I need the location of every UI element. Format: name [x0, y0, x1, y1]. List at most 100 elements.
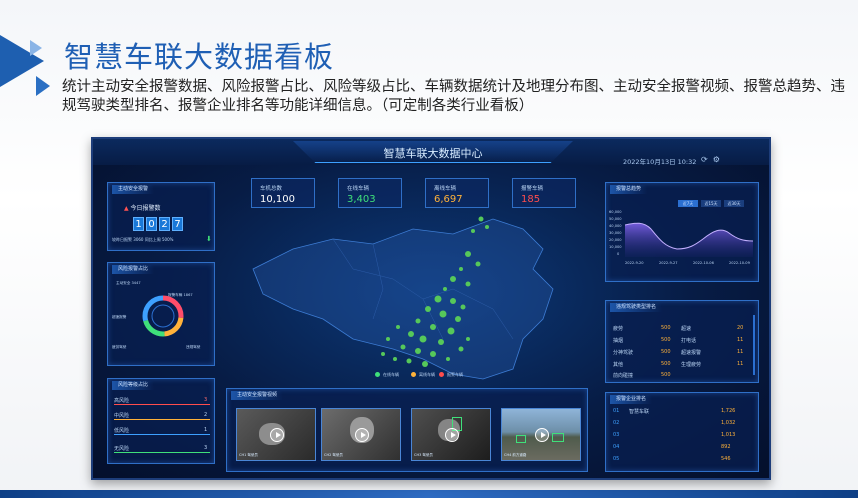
play-icon[interactable] [270, 428, 284, 442]
violation-type: 打电话 [681, 338, 697, 344]
legend-alarm[interactable]: 报警车辆 [447, 372, 463, 378]
legend-offline[interactable]: 离线车辆 [419, 372, 435, 378]
risk-level-panel: 风险等级占比 高风险 3 中风险 2 低风险 1 无风险 3 [107, 378, 215, 464]
stat-label: 在线车辆 [347, 186, 370, 192]
slide-description: 统计主动安全报警数据、风险报警占比、风险等级占比、车辆数据统计及地理分布图、主动… [62, 79, 845, 114]
panel-title: 风险报警占比 [112, 265, 155, 274]
refresh-icon[interactable]: ⟳ [701, 155, 708, 164]
violation-type: 超速 [681, 326, 692, 332]
y-tick: 40,000 [609, 224, 622, 228]
level-bar [114, 419, 210, 420]
x-tick: 2022-9-27 [659, 261, 678, 265]
legend-online-dot [375, 372, 380, 377]
settings-icon[interactable]: ⚙ [713, 155, 720, 164]
company-value: 1,013 [721, 432, 736, 438]
trend-tab-7d[interactable]: 近7天 [678, 200, 698, 207]
y-tick: 20,000 [609, 238, 622, 242]
alarm-bell-icon: ▲ [124, 205, 129, 212]
violation-count: 500 [661, 349, 671, 355]
risk-label: 超速报警 [112, 315, 127, 319]
company-name: 智慧车联 [629, 409, 650, 415]
play-icon[interactable] [355, 428, 369, 442]
violation-type: 前向碰撞 [613, 373, 634, 379]
stat-card-offline[interactable]: 离线车辆 6,697 [425, 178, 489, 208]
company-rank: 05 [613, 456, 620, 462]
china-map[interactable] [223, 209, 595, 389]
header-datetime: 2022年10月13日 10:32 [623, 158, 697, 166]
company-rank: 04 [613, 444, 620, 450]
x-tick: 2022-9-20 [625, 261, 644, 265]
play-icon[interactable] [535, 428, 549, 442]
scrollbar[interactable] [753, 315, 755, 375]
cam-label: CH2 驾驶员 [324, 453, 343, 457]
violation-count: 500 [661, 372, 671, 378]
legend-online[interactable]: 在线车辆 [383, 372, 399, 378]
panel-title: 报警总趋势 [610, 185, 648, 194]
level-row-value: 3 [204, 445, 208, 451]
today-alarm-label: ▲ 今日报警数 [124, 205, 161, 212]
panel-title: 风险等级占比 [112, 381, 155, 390]
company-ranking-panel: 报警企业排名 [605, 392, 759, 472]
violation-count: 500 [661, 361, 671, 367]
risk-label: 疲劳驾驶 [112, 345, 127, 349]
stat-card-online[interactable]: 在线车辆 3,403 [338, 178, 402, 208]
video-card[interactable]: CH2 驾驶员 [321, 408, 401, 461]
stat-card-alarm[interactable]: 报警车辆 185 [512, 178, 576, 208]
level-bar [114, 404, 210, 405]
violation-type: 抽烟 [613, 338, 624, 344]
violation-type: 超速报警 [681, 350, 702, 356]
violation-type: 其他 [613, 362, 624, 368]
risk-label: 主动安全 3447 [116, 281, 141, 285]
company-rank: 01 [613, 408, 620, 414]
level-row-value: 1 [204, 427, 208, 433]
play-icon[interactable] [445, 428, 459, 442]
level-bar [114, 452, 210, 453]
header-icons: ⟳ ⚙ [701, 155, 720, 164]
level-row-name: 中风险 [114, 413, 130, 419]
stat-value: 3,403 [347, 194, 376, 205]
vehicle-detect-box [552, 433, 564, 442]
x-tick: 2022-10-09 [729, 261, 750, 265]
level-row-value: 2 [204, 412, 208, 418]
legend-offline-dot [411, 372, 416, 377]
trend-tab-30d[interactable]: 近30天 [724, 200, 744, 207]
violation-count: 500 [661, 337, 671, 343]
cam-label: CH3 驾驶员 [414, 453, 433, 457]
alarm-compare-text: 较昨日报警 3060 同比上周 500% [112, 237, 174, 242]
company-value: 1,032 [721, 420, 736, 426]
trend-down-icon: ⬇ [206, 235, 212, 243]
stat-value: 6,697 [434, 194, 463, 205]
level-row-name: 高风险 [114, 398, 130, 404]
risk-ratio-panel: 风险报警占比 主动安全 3447 报警车辆 1867 超速报警 疲劳驾驶 违规驾… [107, 262, 215, 366]
y-tick: 60,000 [609, 210, 622, 214]
alarm-digit: 1 [133, 217, 144, 231]
company-rank: 03 [613, 432, 620, 438]
violation-count: 20 [737, 325, 744, 331]
trend-line-chart[interactable] [625, 211, 753, 257]
violation-type: 生理疲劳 [681, 362, 702, 368]
stat-value: 185 [521, 194, 541, 205]
violation-type: 疲劳 [613, 326, 624, 332]
panel-title: 报警企业排名 [610, 395, 653, 404]
alarm-digit: 2 [159, 217, 170, 231]
stat-value: 10,100 [260, 194, 295, 205]
dashboard-title: 智慧车联大数据中心 [383, 147, 483, 160]
y-tick: 50,000 [609, 217, 622, 221]
risk-label: 违规驾驶 [186, 345, 201, 349]
trend-tab-15d[interactable]: 近15天 [701, 200, 721, 207]
bottom-band [0, 490, 858, 498]
video-card[interactable]: CH4 前方道路 [501, 408, 581, 461]
video-card[interactable]: CH1 驾驶员 [236, 408, 316, 461]
cam-label: CH1 驾驶员 [239, 453, 258, 457]
panel-title: 违规驾驶类型排名 [610, 303, 663, 312]
y-tick: 30,000 [609, 231, 622, 235]
violation-type: 分神驾驶 [613, 350, 634, 356]
panel-title: 主动安全报警视频 [231, 391, 284, 400]
level-bar [114, 434, 210, 435]
stat-card-total[interactable]: 车机总数 10,100 [251, 178, 315, 208]
video-card[interactable]: CH3 驾驶员 [411, 408, 491, 461]
company-value: 546 [721, 456, 731, 462]
violation-count: 11 [737, 337, 744, 343]
company-rank: 02 [613, 420, 620, 426]
stat-label: 离线车辆 [434, 186, 457, 192]
